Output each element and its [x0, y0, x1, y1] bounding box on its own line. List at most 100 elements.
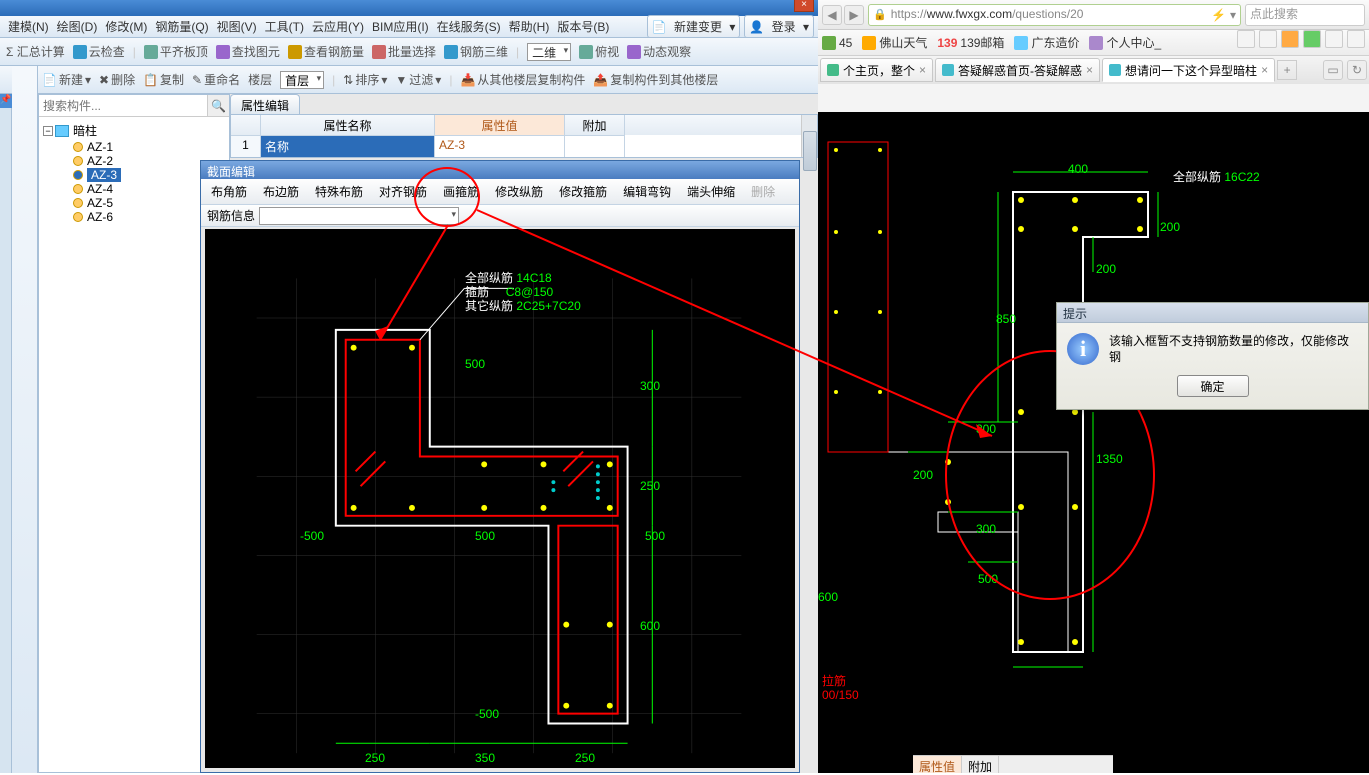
search-icon[interactable]: 🔍 [207, 95, 229, 116]
bookmark-3[interactable]: 广东造价 [1014, 34, 1079, 51]
tool-copy-from[interactable]: 📥 从其他楼层复制构件 [460, 71, 585, 88]
nav-back[interactable]: ◀ [822, 5, 842, 25]
info-icon: i [1067, 333, 1099, 365]
se-tool-edge[interactable]: 布边筋 [259, 181, 303, 202]
address-bar[interactable]: 🔒 https://www.fwxgx.com/questions/20 ⚡ ▾ [868, 4, 1241, 26]
se-tool-end[interactable]: 端头伸缩 [683, 181, 739, 202]
tool-new[interactable]: 📄 新建 ▾ [42, 71, 91, 88]
tool-rebar3d[interactable]: 钢筋三维 [444, 43, 508, 60]
tool-copy[interactable]: 📋 复制 [143, 71, 184, 88]
tree-item-az6[interactable]: AZ-6 [43, 210, 225, 224]
menu-view[interactable]: 视图(V) [213, 16, 261, 37]
tree-item-az5[interactable]: AZ-5 [43, 196, 225, 210]
tool-rename[interactable]: ✎ 重命名 [192, 71, 240, 88]
window-close-button[interactable]: × [794, 0, 814, 12]
col-prop-value: 属性值 [435, 115, 565, 135]
tab-close-icon[interactable]: × [1086, 63, 1093, 77]
bookmark-4[interactable]: 个人中心_ [1089, 34, 1161, 51]
section-canvas[interactable]: 全部纵筋 14C18 箍筋 C8@150 其它纵筋 2C25+7C20 500 … [205, 229, 795, 768]
scrollbar-vertical[interactable] [801, 115, 817, 157]
view-mode-select[interactable]: 二维 [527, 43, 571, 61]
browser-tab-2[interactable]: 想请问一下这个异型暗柱× [1102, 58, 1275, 82]
tab-properties[interactable]: 属性编辑 [230, 94, 300, 114]
toolbar-2: 📄 新建 ▾ ✖ 删除 📋 复制 ✎ 重命名 楼层 首层 | ⇅ 排序 ▾ ▼ … [0, 66, 818, 94]
browser-tab-0[interactable]: 个主页，整个× [820, 58, 933, 82]
tree-item-az4[interactable]: AZ-4 [43, 182, 225, 196]
scroll-thumb[interactable] [803, 131, 817, 171]
menu-version[interactable]: 版本号(B) [553, 16, 613, 37]
tool-copy-to[interactable]: 📤 复制构件到其他楼层 [593, 71, 718, 88]
browser-tabs: 个主页，整个× 答疑解惑首页-答疑解惑× 想请问一下这个异型暗柱× + ▭ ↻ [818, 56, 1369, 84]
menu-model[interactable]: 建模(N) [4, 16, 53, 37]
se-tool-modlong[interactable]: 修改纵筋 [491, 181, 547, 202]
section-editor-window: 截面编辑 布角筋 布边筋 特殊布筋 对齐钢筋 画箍筋 修改纵筋 修改箍筋 编辑弯… [200, 160, 800, 773]
nav-fwd[interactable]: ▶ [844, 5, 864, 25]
menu-cloud[interactable]: 云应用(Y) [308, 16, 368, 37]
tab-list-button[interactable]: ▭ [1323, 60, 1343, 80]
tool-filter[interactable]: ▼ 过滤 ▾ [395, 71, 441, 88]
login-button[interactable]: 👤 登录 ▾ [744, 15, 814, 38]
floor-select[interactable]: 首层 [280, 71, 324, 89]
browser-addressbar-row: ◀ ▶ 🔒 https://www.fwxgx.com/questions/20… [818, 0, 1369, 30]
tool-find[interactable]: 查找图元 [216, 43, 280, 60]
prop-value-cell[interactable]: AZ-3 [435, 135, 565, 157]
collapse-icon[interactable]: − [43, 126, 53, 136]
tree-search-input[interactable] [39, 95, 207, 116]
tree-item-az3[interactable]: AZ-3 [43, 168, 225, 182]
se-tool-hook[interactable]: 编辑弯钩 [619, 181, 675, 202]
browser-tab-1[interactable]: 答疑解惑首页-答疑解惑× [935, 58, 1100, 82]
msgbox-ok-button[interactable]: 确定 [1177, 375, 1249, 397]
ticon-3[interactable] [1281, 30, 1299, 48]
se-tool-modstir[interactable]: 修改箍筋 [555, 181, 611, 202]
row-number: 1 [231, 135, 261, 157]
menu-modify[interactable]: 修改(M) [101, 16, 151, 37]
ticon-4[interactable] [1303, 30, 1321, 48]
tab-restore-button[interactable]: ↻ [1347, 60, 1367, 80]
ticon-6[interactable] [1347, 30, 1365, 48]
menu-online[interactable]: 在线服务(S) [433, 16, 505, 37]
property-grid: 属性名称 属性值 附加 1 名称 AZ-3 [230, 114, 818, 158]
ticon-5[interactable] [1325, 30, 1343, 48]
tool-flat[interactable]: 平齐板顶 [144, 43, 208, 60]
lock-icon: 🔒 [873, 8, 887, 21]
menu-help[interactable]: 帮助(H) [505, 16, 554, 37]
browser-content-view[interactable]: 全部纵筋 16C22 400 200 200 850 300 200 300 1… [818, 112, 1369, 773]
ticon-1[interactable] [1237, 30, 1255, 48]
new-change-button[interactable]: 📄 新建变更 ▾ [647, 15, 741, 38]
tool-dynview[interactable]: 动态观察 [627, 43, 691, 60]
prop-extra-cell[interactable] [565, 135, 625, 157]
tool-sum[interactable]: Σ 汇总计算 [6, 43, 65, 60]
browser-search[interactable]: 点此搜索 [1245, 4, 1365, 26]
menu-bim[interactable]: BIM应用(I) [368, 16, 433, 37]
tool-delete[interactable]: ✖ 删除 [99, 71, 135, 88]
tool-topview[interactable]: 俯视 [579, 43, 619, 60]
tool-batch[interactable]: 批量选择 [372, 43, 436, 60]
tool-rebar-qty[interactable]: 查看钢筋量 [288, 43, 364, 60]
menu-rebar[interactable]: 钢筋量(Q) [151, 16, 212, 37]
bookmark-2[interactable]: 139139邮箱 [937, 34, 1004, 51]
tool-sort[interactable]: ⇅ 排序 ▾ [343, 71, 387, 88]
tree-item-az2[interactable]: AZ-2 [43, 154, 225, 168]
tree-root[interactable]: − 暗柱 [43, 121, 225, 140]
se-tool-align[interactable]: 对齐钢筋 [375, 181, 431, 202]
ticon-2[interactable] [1259, 30, 1277, 48]
bookmark-0[interactable]: 45 [822, 36, 852, 50]
prop-row-1[interactable]: 1 名称 AZ-3 [231, 135, 817, 157]
tab-add-button[interactable]: + [1277, 60, 1297, 80]
se-tool-corner[interactable]: 布角筋 [207, 181, 251, 202]
bookmark-1[interactable]: 佛山天气 [862, 34, 927, 51]
col-prop-name: 属性名称 [261, 115, 435, 135]
leaf-icon [73, 170, 83, 180]
pin-icon[interactable]: 📌 [0, 94, 12, 108]
tool-cloud-check[interactable]: 云检查 [73, 43, 125, 60]
menu-tools[interactable]: 工具(T) [261, 16, 308, 37]
tree-item-az1[interactable]: AZ-1 [43, 140, 225, 154]
se-tool-special[interactable]: 特殊布筋 [311, 181, 367, 202]
rebar-info-select[interactable] [259, 207, 459, 225]
tab-close-icon[interactable]: × [919, 63, 926, 77]
tab-close-icon[interactable]: × [1261, 63, 1268, 77]
bottom-col-extra: 附加 [962, 756, 999, 773]
se-tool-stirrup[interactable]: 画箍筋 [439, 181, 483, 202]
toolbar-1: Σ 汇总计算 云检查 | 平齐板顶 查找图元 查看钢筋量 批量选择 钢筋三维 |… [0, 38, 818, 66]
menu-draw[interactable]: 绘图(D) [53, 16, 102, 37]
